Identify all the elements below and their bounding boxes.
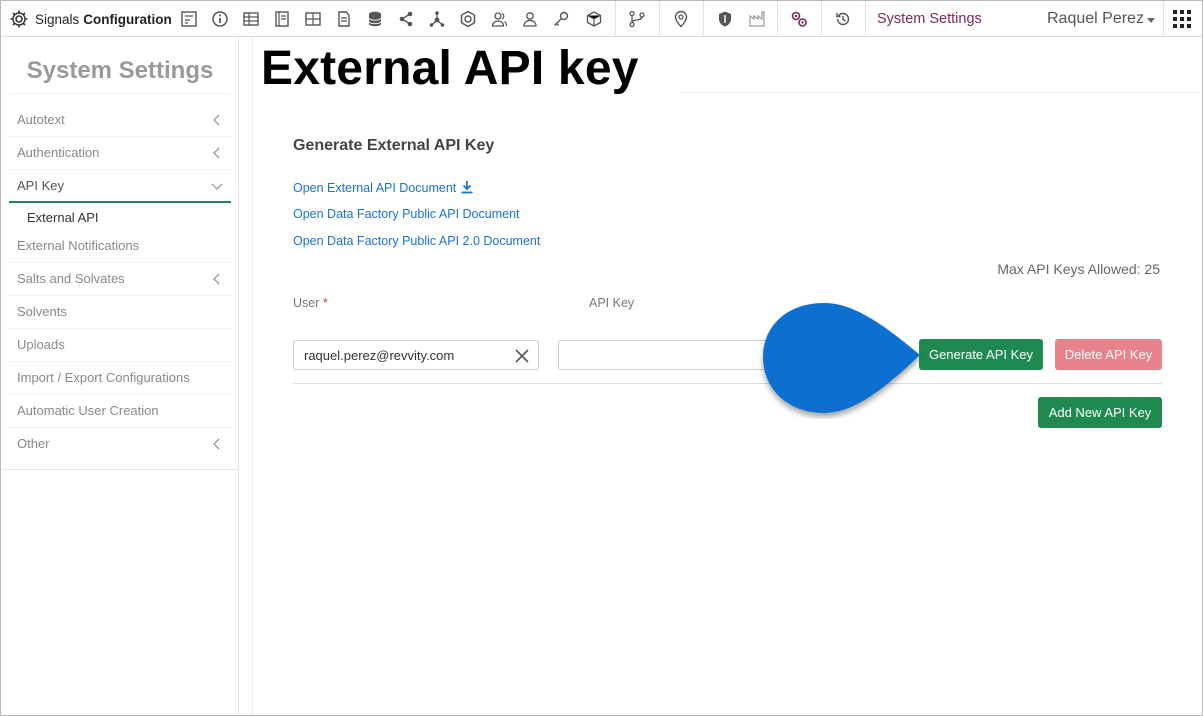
- notebook-icon[interactable]: [272, 9, 292, 29]
- gear-icon: [10, 10, 28, 28]
- user-column-label: User *: [293, 296, 328, 310]
- sidebar-item-label: External Notifications: [17, 238, 140, 253]
- location-icon[interactable]: [671, 9, 691, 29]
- info-icon[interactable]: [210, 9, 230, 29]
- chevron-down-icon: [211, 183, 223, 190]
- top-navbar: Signals Configuration System Settings Ra…: [1, 1, 1202, 37]
- sidebar-item-label: External API: [27, 210, 99, 225]
- app-window: Signals Configuration System Settings Ra…: [0, 0, 1203, 716]
- history-icon[interactable]: [833, 9, 853, 29]
- chevron-left-icon: [213, 114, 220, 126]
- chevron-left-icon: [213, 147, 220, 159]
- database-icon[interactable]: [365, 9, 385, 29]
- settings-gears-icon[interactable]: [789, 9, 809, 29]
- form-icon[interactable]: [179, 9, 199, 29]
- sidebar-item-label: Other: [17, 436, 50, 451]
- user-field[interactable]: raquel.perez@revvity.com: [293, 340, 539, 370]
- close-icon[interactable]: [514, 348, 530, 364]
- data-factory-api-doc-link[interactable]: Open Data Factory Public API Document: [293, 207, 520, 221]
- download-icon: [461, 181, 473, 194]
- sidebar-item-uploads[interactable]: Uploads: [9, 329, 231, 362]
- grid-icon[interactable]: [303, 9, 323, 29]
- generate-api-key-button[interactable]: Generate API Key: [919, 339, 1043, 370]
- users-icon[interactable]: [489, 9, 509, 29]
- page-title: External API key: [261, 42, 639, 95]
- divider: [681, 92, 1202, 93]
- user-menu[interactable]: Raquel Perez: [1047, 10, 1144, 28]
- sidebar-item-autotext[interactable]: Autotext: [9, 104, 231, 137]
- toolbar-divider: [821, 1, 822, 37]
- sidebar-item-label: API Key: [17, 178, 64, 193]
- external-api-doc-link[interactable]: Open External API Document: [293, 180, 474, 195]
- divider: [293, 383, 1162, 384]
- sidebar: System Settings Autotext Authentication …: [1, 37, 239, 715]
- sidebar-item-api-key[interactable]: API Key: [9, 170, 231, 203]
- sidebar-item-solvents[interactable]: Solvents: [9, 296, 231, 329]
- toolbar-divider: [777, 1, 778, 37]
- brand-prefix: Signals: [35, 11, 80, 27]
- branch-icon[interactable]: [627, 9, 647, 29]
- hexagon-icon[interactable]: [458, 9, 478, 29]
- key-icon[interactable]: [551, 9, 571, 29]
- user-icon[interactable]: [520, 9, 540, 29]
- table-icon[interactable]: [241, 9, 261, 29]
- shield-icon[interactable]: [715, 9, 735, 29]
- divider: [1, 469, 239, 470]
- divider: [252, 37, 253, 715]
- toolbar-divider: [1163, 1, 1164, 37]
- sidebar-item-salts-and-solvates[interactable]: Salts and Solvates: [9, 263, 231, 296]
- callout-pointer-icon: [763, 303, 920, 413]
- data-factory-api-2-doc-link[interactable]: Open Data Factory Public API 2.0 Documen…: [293, 234, 540, 248]
- toolbar-divider: [615, 1, 616, 37]
- api-key-column-label: API Key: [589, 296, 635, 310]
- sidebar-item-import-export[interactable]: Import / Export Configurations: [9, 362, 231, 395]
- document-icon[interactable]: [334, 9, 354, 29]
- sidebar-item-label: Solvents: [17, 304, 67, 319]
- sidebar-item-other[interactable]: Other: [9, 428, 231, 461]
- sidebar-item-authentication[interactable]: Authentication: [9, 137, 231, 170]
- sidebar-item-label: Authentication: [17, 145, 100, 160]
- sidebar-subitem-external-api[interactable]: External API: [9, 204, 231, 232]
- brand-main: Configuration: [83, 11, 172, 27]
- section-heading: Generate External API Key: [293, 137, 495, 154]
- required-marker: *: [322, 296, 328, 310]
- chevron-left-icon: [213, 273, 220, 285]
- sidebar-item-label: Automatic User Creation: [17, 403, 159, 418]
- system-settings-link[interactable]: System Settings: [877, 11, 982, 27]
- app-brand[interactable]: Signals Configuration: [9, 9, 172, 29]
- toolbar-divider: [865, 1, 866, 37]
- toolbar-divider: [703, 1, 704, 37]
- delete-api-key-button[interactable]: Delete API Key: [1055, 339, 1162, 370]
- sidebar-title: System Settings: [26, 57, 214, 84]
- max-api-keys-text: Max API Keys Allowed: 25: [997, 261, 1160, 277]
- chevron-left-icon: [213, 438, 220, 450]
- sidebar-item-automatic-user-creation[interactable]: Automatic User Creation: [9, 395, 231, 428]
- sidebar-item-label: Import / Export Configurations: [17, 370, 190, 385]
- user-field-value: raquel.perez@revvity.com: [304, 348, 455, 363]
- network-icon[interactable]: [427, 9, 447, 29]
- api-key-field[interactable]: [558, 340, 788, 370]
- cube-icon[interactable]: [584, 9, 604, 29]
- factory-icon[interactable]: [747, 9, 767, 29]
- divider: [9, 93, 231, 94]
- add-new-api-key-button[interactable]: Add New API Key: [1038, 397, 1162, 428]
- sidebar-item-label: Salts and Solvates: [17, 271, 125, 286]
- sidebar-item-label: Autotext: [17, 112, 65, 127]
- app-launcher-icon[interactable]: [1173, 10, 1191, 28]
- sidebar-item-label: Uploads: [17, 337, 65, 352]
- sidebar-item-external-notifications[interactable]: External Notifications: [9, 230, 231, 263]
- chevron-down-icon[interactable]: [1147, 18, 1155, 23]
- share-icon[interactable]: [396, 9, 416, 29]
- toolbar-divider: [659, 1, 660, 37]
- link-label: Open External API Document: [293, 181, 457, 195]
